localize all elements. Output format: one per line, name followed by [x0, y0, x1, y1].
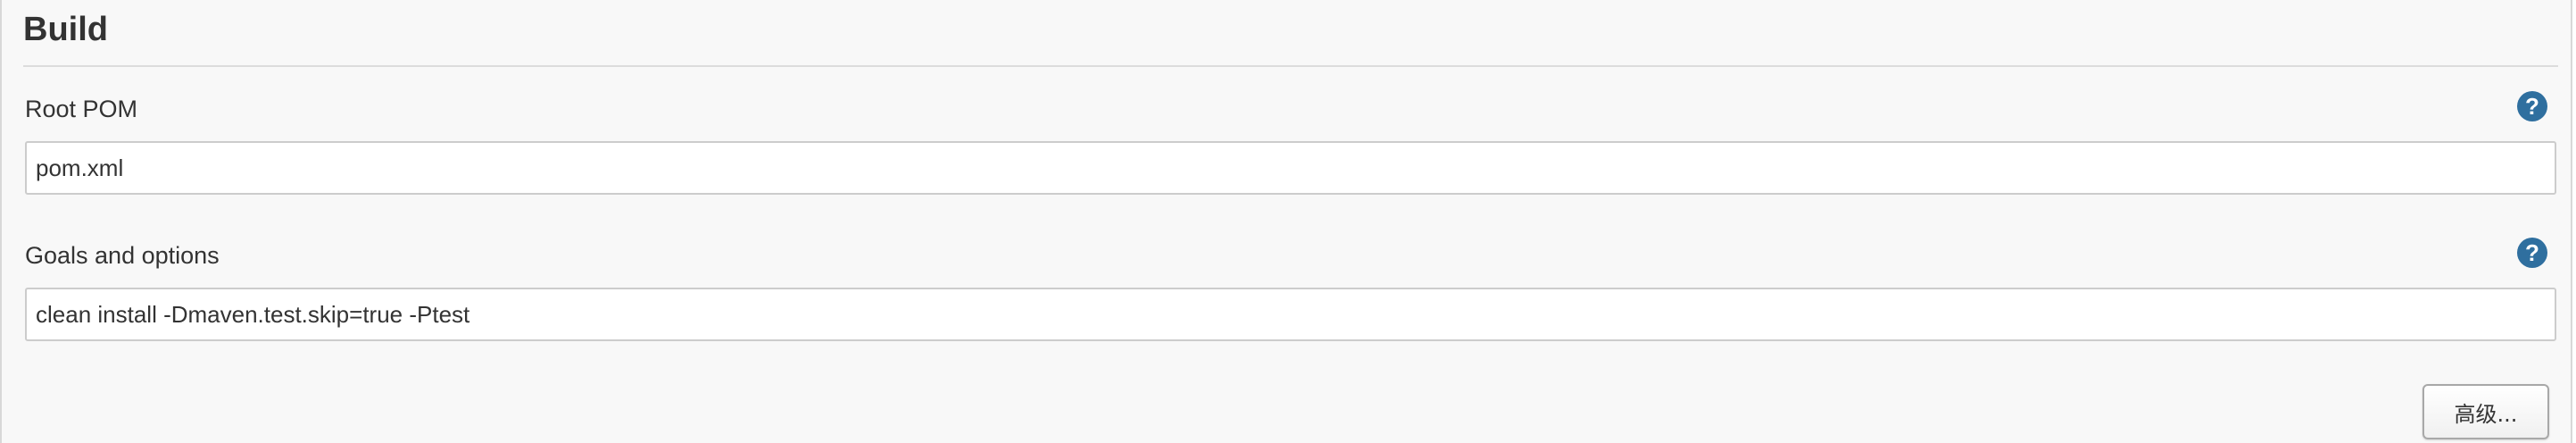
advanced-button[interactable]: 高级...: [2422, 384, 2549, 439]
goals-and-options-input[interactable]: [25, 288, 2556, 341]
goals-and-options-label: Goals and options: [25, 242, 220, 269]
question-mark-icon[interactable]: ?: [2517, 91, 2547, 121]
build-section-panel: Build Root POM ? Goals and options ? 高级.…: [0, 0, 2572, 443]
question-mark-icon[interactable]: ?: [2517, 238, 2547, 268]
root-pom-input[interactable]: [25, 141, 2556, 195]
section-divider: [23, 65, 2558, 67]
root-pom-label: Root POM: [25, 96, 138, 122]
section-title: Build: [23, 11, 108, 48]
